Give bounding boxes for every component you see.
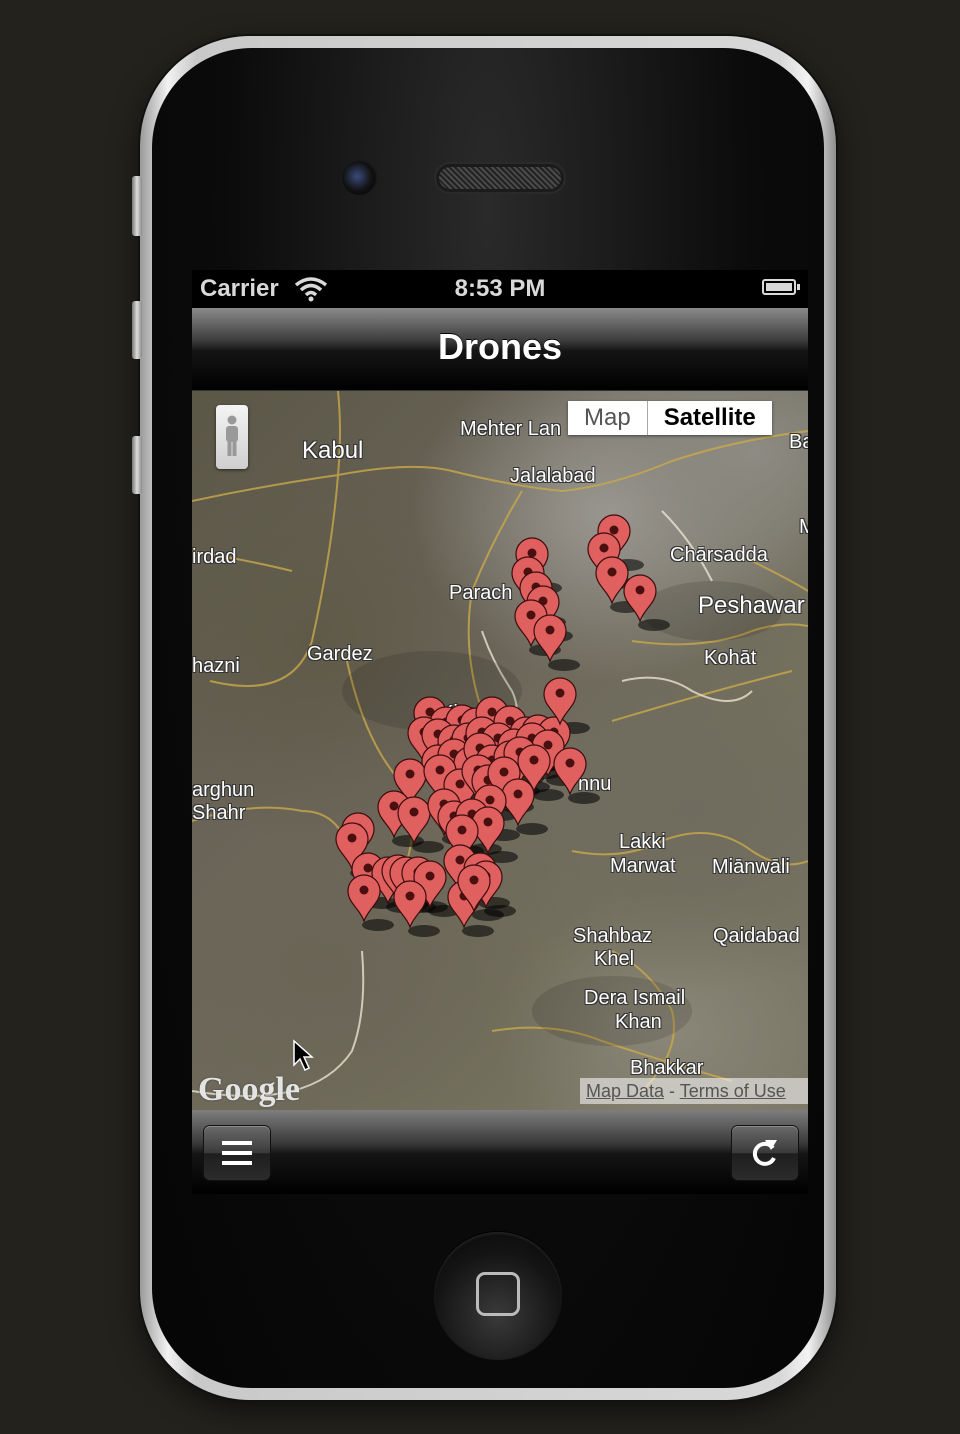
marker-pin[interactable] <box>543 677 577 726</box>
google-logo: Google <box>198 1071 300 1108</box>
volume-up-button <box>132 301 142 359</box>
marker-dot <box>455 855 465 865</box>
marker-shadow <box>548 659 580 671</box>
marker-dot <box>513 789 523 799</box>
drone-strike-marker[interactable] <box>347 874 381 923</box>
marker-dot <box>607 567 617 577</box>
map-type-satellite-button[interactable]: Satellite <box>647 401 772 435</box>
page-title: Drones <box>437 326 563 367</box>
map-view[interactable]: Kabul Mehter Lan Jalalabad Ba M irdad Ch… <box>192 391 808 1110</box>
home-square-icon <box>476 1272 520 1316</box>
marker-dot <box>545 625 555 635</box>
marker-dot <box>485 795 495 805</box>
marker-shadow <box>462 925 494 937</box>
map-type-control: Map Satellite <box>568 401 772 435</box>
map-type-map-button[interactable]: Map <box>568 401 648 435</box>
drone-strike-marker[interactable] <box>623 574 657 623</box>
marker-dot <box>529 755 539 765</box>
marker-dot <box>409 807 419 817</box>
marker-dot <box>359 885 369 895</box>
marker-dot <box>425 871 435 881</box>
marker-dot <box>469 875 479 885</box>
drone-strike-marker[interactable] <box>595 556 629 605</box>
refresh-icon <box>752 1140 777 1166</box>
status-time: 8:53 PM <box>454 275 546 302</box>
marker-pin[interactable] <box>393 880 427 929</box>
battery-icon <box>762 279 800 295</box>
volume-down-button <box>132 436 142 494</box>
marker-dot <box>347 833 357 843</box>
marker-pin[interactable] <box>595 556 629 605</box>
marker-shadow <box>362 919 394 931</box>
battery-fill <box>766 283 792 291</box>
mute-switch <box>132 176 142 236</box>
marker-pin[interactable] <box>553 747 587 796</box>
mouse-cursor-icon <box>293 1039 314 1072</box>
speaker-grille <box>436 164 564 192</box>
drone-strike-marker[interactable] <box>543 677 577 726</box>
status-bar: Carrier 8:53 PM <box>192 270 808 308</box>
attribution-separator: - <box>664 1081 680 1101</box>
marker-pin[interactable] <box>623 574 657 623</box>
marker-dot <box>455 779 465 789</box>
drone-strike-marker[interactable] <box>553 747 587 796</box>
marker-dot <box>499 767 509 777</box>
marker-dot <box>483 817 493 827</box>
marker-dot <box>543 740 553 750</box>
home-button[interactable] <box>434 1232 562 1360</box>
marker-shadow <box>472 909 504 921</box>
marker-dot <box>405 891 415 901</box>
marker-dot <box>635 585 645 595</box>
screen: Carrier 8:53 PM Drones Kabul Mehter Lan … <box>192 270 808 1194</box>
marker-shadow <box>532 789 564 801</box>
street-view-pegman-icon[interactable] <box>216 405 248 469</box>
marker-dot <box>609 525 619 535</box>
marker-dot <box>435 765 445 775</box>
marker-shadow <box>516 823 548 835</box>
marker-dot <box>457 825 467 835</box>
marker-dot <box>555 688 565 698</box>
drone-markers <box>335 514 670 937</box>
marker-dot <box>599 543 609 553</box>
marker-dot <box>565 758 575 768</box>
navigation-bar: Drones <box>192 308 808 391</box>
marker-dot <box>405 769 415 779</box>
menu-button[interactable] <box>204 1126 270 1180</box>
marker-shadow <box>568 792 600 804</box>
phone-frame: Carrier 8:53 PM Drones Kabul Mehter Lan … <box>132 36 836 1400</box>
refresh-button[interactable] <box>732 1126 798 1180</box>
marker-pin[interactable] <box>347 874 381 923</box>
marker-dot <box>389 801 399 811</box>
map-data-link[interactable]: Map Data <box>586 1081 664 1101</box>
map-attribution: Map Data - Terms of Use <box>580 1078 808 1104</box>
marker-shadow <box>412 841 444 853</box>
terms-of-use-link[interactable]: Terms of Use <box>680 1081 786 1101</box>
bottom-toolbar <box>192 1110 808 1194</box>
marker-dot <box>363 863 373 873</box>
marker-dot <box>526 610 536 620</box>
camera-icon <box>342 161 376 195</box>
marker-dot <box>527 548 537 558</box>
drone-strike-marker[interactable] <box>393 880 427 929</box>
marker-shadow <box>638 619 670 631</box>
marker-shadow <box>408 925 440 937</box>
phone-face: Carrier 8:53 PM Drones Kabul Mehter Lan … <box>152 48 824 1388</box>
menu-icon <box>222 1141 252 1165</box>
